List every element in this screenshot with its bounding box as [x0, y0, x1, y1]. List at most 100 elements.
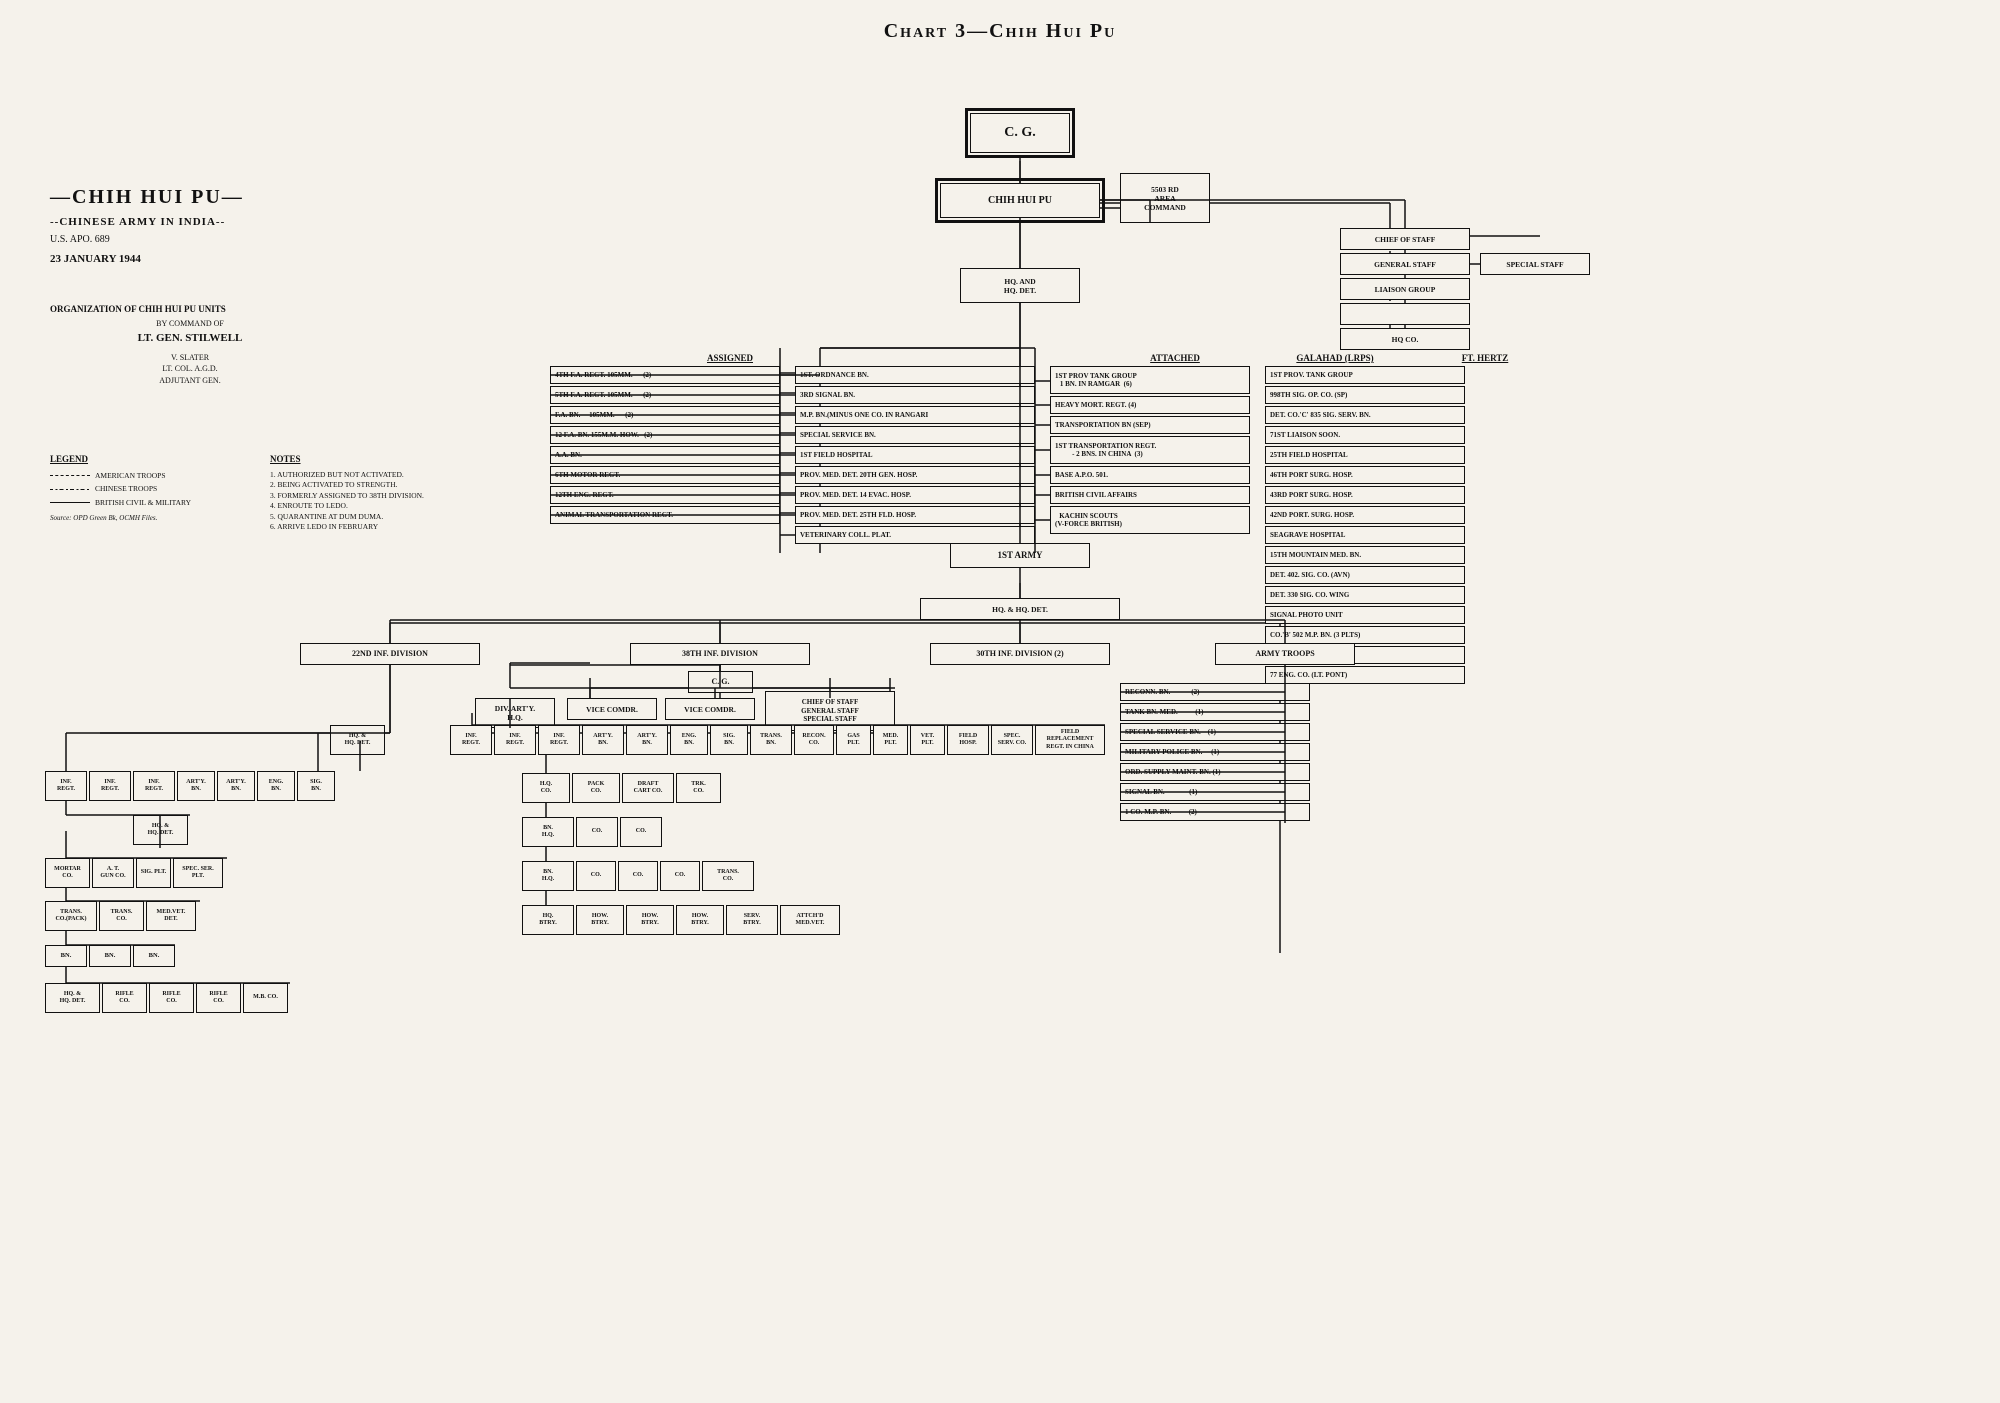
assigned-4: 12 F.A. BN. 155M.M. HOW. (2)	[550, 426, 780, 444]
attached-header: ATTACHED	[1110, 353, 1240, 363]
attached-1: 1ST PROV TANK GROUP1 BN. IN RAMGAR (6)	[1050, 366, 1250, 394]
assigned-r7: PROV. MED. DET. 14 EVAC. HOSP.	[795, 486, 1035, 504]
arty-bn-2: ART'Y.BN.	[626, 725, 668, 755]
galahad-11: DET. 402. SIG. CO. (AVN)	[1265, 566, 1465, 584]
liaison-group-box: LIAISON GROUP	[1340, 278, 1470, 300]
chih-hui-pu-box: CHIH HUI PU	[940, 183, 1100, 218]
bn-hq-1: BN.H.Q.	[522, 817, 574, 847]
galahad-5: 25TH FIELD HOSPITAL	[1265, 446, 1465, 464]
bn-1: BN.	[45, 945, 87, 967]
spec-ser-plt: SPEC. SER.PLT.	[173, 858, 223, 888]
galahad-header: GALAHAD (LRPS)	[1270, 353, 1400, 363]
trans-bn: TRANS.BN.	[750, 725, 792, 755]
galahad-16: 77 ENG. CO. (LT. PONT)	[1265, 666, 1465, 684]
attchd-med-vet: ATTCH'DMED.VET.	[780, 905, 840, 935]
notes: NOTES 1. AUTHORIZED BUT NOT ACTIVATED. 2…	[270, 453, 530, 533]
assigned-6: 6TH MOTOR REGT.	[550, 466, 780, 484]
at-6: SIGNAL BN. (1)	[1120, 783, 1310, 801]
co-4: CO.	[618, 861, 658, 891]
22nd-arty-1: ART'Y.BN.	[177, 771, 215, 801]
at-2: TANK BN. MED. (1)	[1120, 703, 1310, 721]
hq-det-box: HQ. ANDHQ. DET.	[960, 268, 1080, 303]
pack-co: PACKCO.	[572, 773, 620, 803]
rifle-co-1: RIFLECO.	[102, 983, 147, 1013]
assigned-r3: M.P. BN.(MINUS ONE CO. IN RANGARI	[795, 406, 1035, 424]
5503rd-box: 5503 RDAREACOMMAND	[1120, 173, 1210, 223]
assigned-7: 12TH ENG. REGT.	[550, 486, 780, 504]
galahad-1: 1ST PROV. TANK GROUP	[1265, 366, 1465, 384]
org-command: ORGANIZATION OF CHIH HUI PU UNITS BY COM…	[50, 303, 330, 386]
cg-38th-box: C. G.	[688, 671, 753, 693]
draft-cart-co: DRAFTCART CO.	[622, 773, 674, 803]
galahad-12: DET. 330 SIG. CO. WING	[1265, 586, 1465, 604]
22nd-sig: SIG.BN.	[297, 771, 335, 801]
eng-bn: ENG.BN.	[670, 725, 708, 755]
ft-hertz-header: FT. HERTZ	[1420, 353, 1550, 363]
inf-regt-2: INF.REGT.	[494, 725, 536, 755]
30th-div-box: 30TH INF. DIVISION (2)	[930, 643, 1110, 665]
attached-6: BRITISH CIVIL AFFAIRS	[1050, 486, 1250, 504]
38th-div-box: 38TH INF. DIVISION	[630, 643, 810, 665]
co-1: CO.	[576, 817, 618, 847]
org-name: —CHIH HUI PU— --CHINESE ARMY IN INDIA-- …	[50, 183, 330, 268]
assigned-r9: VETERINARY COLL. PLAT.	[795, 526, 1035, 544]
bn-2: BN.	[89, 945, 131, 967]
mb-co: M.B. CO.	[243, 983, 288, 1013]
attached-4: 1ST TRANSPORTATION REGT. - 2 BNS. IN CHI…	[1050, 436, 1250, 464]
bn-3: BN.	[133, 945, 175, 967]
arty-bn-1: ART'Y.BN.	[582, 725, 624, 755]
med-vet-det: MED.VET.DET.	[146, 901, 196, 931]
how-stry-2: HOW.BTRY.	[626, 905, 674, 935]
assigned-r4: SPECIAL SERVICE BN.	[795, 426, 1035, 444]
22nd-inf-2: INF.REGT.	[89, 771, 131, 801]
22nd-inf-3: INF.REGT.	[133, 771, 175, 801]
empty-box	[1340, 303, 1470, 325]
chief-of-staff-box: CHIEF OF STAFF	[1340, 228, 1470, 250]
at-7: 1 CO. M.P. BN. (2)	[1120, 803, 1310, 821]
assigned-header: ASSIGNED	[640, 353, 820, 363]
rifle-co-2: RIFLECO.	[149, 983, 194, 1013]
galahad-2: 998TH SIG. OP. CO. (SP)	[1265, 386, 1465, 404]
galahad-3: DET. CO.'C' 835 SIG. SERV. BN.	[1265, 406, 1465, 424]
co-3: CO.	[576, 861, 616, 891]
inf-regt-3: INF.REGT.	[538, 725, 580, 755]
22nd-eng: ENG.BN.	[257, 771, 295, 801]
gas-plt: GASPLT.	[836, 725, 871, 755]
spec-serv-co: SPEC.SERV. CO.	[991, 725, 1033, 755]
galahad-14: CO.'B' 502 M.P. BN. (3 PLTS)	[1265, 626, 1465, 644]
assigned-r8: PROV. MED. DET. 25TH FLD. HOSP.	[795, 506, 1035, 524]
galahad-4: 71ST LIAISON SOON.	[1265, 426, 1465, 444]
attached-7: KACHIN SCOUTS(V-FORCE BRITISH)	[1050, 506, 1250, 534]
how-stry-3: HOW.BTRY.	[676, 905, 724, 935]
at-gun-co: A. T.GUN CO.	[92, 858, 134, 888]
serv-stry: SERV.BTRY.	[726, 905, 778, 935]
chart-area: —CHIH HUI PU— --CHINESE ARMY IN INDIA-- …	[20, 53, 1980, 1383]
assigned-5: A.A. BN.	[550, 446, 780, 464]
hq-co-pack: H.Q.CO.	[522, 773, 570, 803]
bn-hq-2: BN.H.Q.	[522, 861, 574, 891]
sig-bn: SIG.BN.	[710, 725, 748, 755]
main-title: Chart 3—Chih Hui Pu	[20, 20, 1980, 43]
rifle-co-3: RIFLECO.	[196, 983, 241, 1013]
legend: LEGEND AMERICAN TROOPS CHINESE TROOPS BR…	[50, 453, 250, 524]
hq-hq-det-box: HQ. & HQ. DET.	[920, 598, 1120, 620]
22nd-arty-2: ART'Y.BN.	[217, 771, 255, 801]
attached-3: TRANSPORTATION BN (SEP)	[1050, 416, 1250, 434]
22nd-inf-1: INF.REGT.	[45, 771, 87, 801]
general-staff-box: GENERAL STAFF	[1340, 253, 1470, 275]
army-troops-box: ARMY TROOPS	[1215, 643, 1355, 665]
co-2: CO.	[620, 817, 662, 847]
inf-regt-1: INF.REGT.	[450, 725, 492, 755]
attached-2: HEAVY MORT. REGT. (4)	[1050, 396, 1250, 414]
mortar-co: MORTARCO.	[45, 858, 90, 888]
div-arty-box: DIV. ART'Y.H.Q.	[475, 698, 555, 728]
at-3: SPECIAL SERVICE BN. (1)	[1120, 723, 1310, 741]
co-5: CO.	[660, 861, 700, 891]
special-staff-box: SPECIAL STAFF	[1480, 253, 1590, 275]
assigned-3: F.A. BN. 105MM. (2)	[550, 406, 780, 424]
cg-box: C. G.	[970, 113, 1070, 153]
recon-co: RECON.CO.	[794, 725, 834, 755]
galahad-8: 42ND PORT. SURG. HOSP.	[1265, 506, 1465, 524]
assigned-r2: 3RD SIGNAL BN.	[795, 386, 1035, 404]
vice-comdr1-box: VICE COMDR.	[567, 698, 657, 720]
